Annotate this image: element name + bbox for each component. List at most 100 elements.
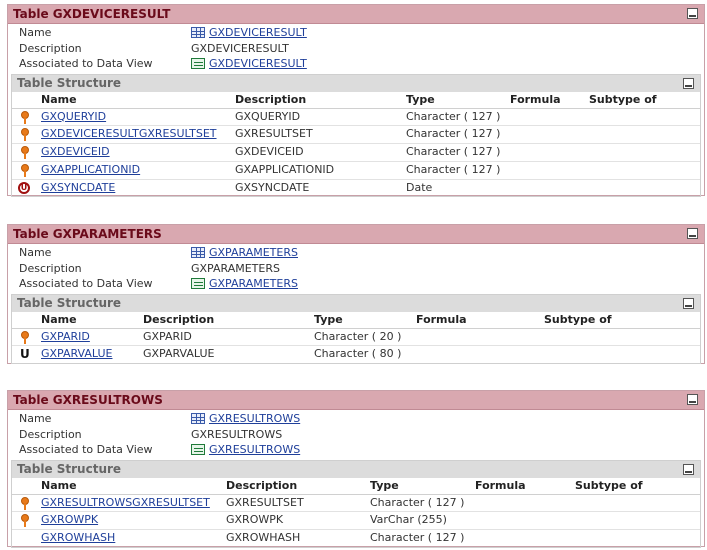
data-view-link[interactable]: GXDEVICERESULT <box>209 57 307 70</box>
table-row: GXDEVICEID GXDEVICEID Character ( 127 ) <box>12 144 700 162</box>
column-header-description: Description <box>235 92 307 106</box>
property-description-row: Description GXDEVICERESULT <box>8 41 704 57</box>
property-label: Description <box>19 261 82 275</box>
attribute-description: GXSYNCDATE <box>235 180 310 194</box>
table-icon <box>191 412 205 424</box>
property-label: Description <box>19 41 82 55</box>
table-panel-gxdeviceresult: Table GXDEVICERESULT Name GXDEVICERESULT… <box>7 4 705 198</box>
column-header-type: Type <box>406 92 435 106</box>
table-name-link[interactable]: GXRESULTROWS <box>209 412 300 425</box>
attribute-description: GXPARVALUE <box>143 347 215 361</box>
attribute-type: Character ( 127 ) <box>406 109 501 123</box>
panel-title-text: Table GXPARAMETERS <box>13 227 162 241</box>
collapse-icon[interactable] <box>683 77 694 89</box>
attribute-link[interactable]: GXROWHASH <box>41 530 115 547</box>
attribute-type: Date <box>406 180 433 194</box>
panel-title: Table GXDEVICERESULT <box>8 5 704 24</box>
table-structure: Table Structure Name Description Type Fo… <box>11 459 701 548</box>
attribute-link[interactable]: GXROWPK <box>41 512 98 529</box>
key-icon <box>20 163 30 177</box>
collapse-icon[interactable] <box>687 394 698 405</box>
property-value: GXRESULTROWS <box>191 442 300 458</box>
collapse-icon[interactable] <box>683 297 694 309</box>
unique-icon: U <box>20 347 30 362</box>
key-icon <box>20 514 30 528</box>
attribute-description: GXRESULTSET <box>235 127 313 141</box>
structure-title-text: Table Structure <box>17 75 122 90</box>
properties: Name GXRESULTROWS Description GXRESULTRO… <box>8 410 704 458</box>
data-view-icon <box>191 443 205 455</box>
attribute-link[interactable]: GXSYNCDATE <box>41 180 115 197</box>
property-value: GXPARAMETERS <box>191 245 298 261</box>
column-header-formula: Formula <box>416 312 467 326</box>
table-row: U GXSYNCDATE GXSYNCDATE Date <box>12 180 700 197</box>
panel-title-text: Table GXDEVICERESULT <box>13 7 171 21</box>
column-header-type: Type <box>314 312 343 326</box>
date-index-icon: U <box>18 181 30 194</box>
panel-title-text: Table GXRESULTROWS <box>13 393 163 407</box>
attribute-type: Character ( 127 ) <box>406 145 501 159</box>
table-name-link[interactable]: GXPARAMETERS <box>209 246 298 259</box>
table-row: GXRESULTROWSGXRESULTSET GXRESULTSET Char… <box>12 495 700 513</box>
table-name-link[interactable]: GXDEVICERESULT <box>209 26 307 39</box>
attribute-link[interactable]: GXPARID <box>41 329 90 346</box>
attribute-description: GXAPPLICATIONID <box>235 162 335 176</box>
property-name-row: Name GXDEVICERESULT <box>8 25 704 41</box>
property-label: Associated to Data View <box>19 57 153 70</box>
property-label: Associated to Data View <box>19 277 153 290</box>
collapse-icon[interactable] <box>683 463 694 475</box>
property-label: Associated to Data View <box>19 443 153 456</box>
attribute-description: GXPARID <box>143 329 192 343</box>
table-row: GXDEVICERESULTGXRESULTSET GXRESULTSET Ch… <box>12 126 700 145</box>
attribute-type: Character ( 127 ) <box>406 162 501 176</box>
grid-header: Name Description Type Formula Subtype of <box>12 478 700 495</box>
property-label: Name <box>19 246 52 259</box>
table-row: U GXPARVALUE GXPARVALUE Character ( 80 ) <box>12 346 700 363</box>
property-dataview-row: Associated to Data View GXDEVICERESULT <box>8 56 704 72</box>
column-header-name: Name <box>41 478 77 492</box>
column-header-formula: Formula <box>510 92 561 106</box>
collapse-icon[interactable] <box>687 228 698 239</box>
key-icon <box>20 128 30 142</box>
column-header-subtype: Subtype of <box>589 92 657 106</box>
grid-header: Name Description Type Formula Subtype of <box>12 312 700 329</box>
property-dataview-row: Associated to Data View GXRESULTROWS <box>8 442 704 458</box>
attribute-type: Character ( 127 ) <box>370 495 465 509</box>
key-icon <box>20 110 30 124</box>
property-value: GXRESULTROWS <box>191 411 300 427</box>
property-value: GXPARAMETERS <box>191 276 298 292</box>
data-view-link[interactable]: GXPARAMETERS <box>209 277 298 290</box>
structure-title-text: Table Structure <box>17 461 122 476</box>
attribute-description: GXQUERYID <box>235 109 301 123</box>
attribute-link[interactable]: GXPARVALUE <box>41 346 112 363</box>
property-label: Name <box>19 412 52 425</box>
attribute-description: GXDEVICEID <box>235 145 304 159</box>
key-icon <box>20 496 30 510</box>
data-view-link[interactable]: GXRESULTROWS <box>209 443 300 456</box>
attribute-link[interactable]: GXQUERYID <box>41 109 106 126</box>
column-header-subtype: Subtype of <box>544 312 612 326</box>
properties: Name GXPARAMETERS Description GXPARAMETE… <box>8 244 704 292</box>
table-row: GXPARID GXPARID Character ( 20 ) <box>12 329 700 347</box>
property-description-row: Description GXRESULTROWS <box>8 427 704 443</box>
attribute-link[interactable]: GXDEVICERESULTGXRESULTSET <box>41 126 217 143</box>
data-view-icon <box>191 277 205 289</box>
table-icon <box>191 246 205 258</box>
collapse-icon[interactable] <box>687 8 698 19</box>
panel-title: Table GXRESULTROWS <box>8 391 704 410</box>
attribute-type: Character ( 127 ) <box>406 127 501 141</box>
property-dataview-row: Associated to Data View GXPARAMETERS <box>8 276 704 292</box>
table-icon <box>191 26 205 38</box>
attribute-link[interactable]: GXAPPLICATIONID <box>41 162 140 179</box>
attribute-link[interactable]: GXRESULTROWSGXRESULTSET <box>41 495 210 512</box>
table-panel-gxparameters: Table GXPARAMETERS Name GXPARAMETERS Des… <box>7 224 705 365</box>
attribute-link[interactable]: GXDEVICEID <box>41 144 110 161</box>
attribute-type: Character ( 80 ) <box>314 347 402 361</box>
property-name-row: Name GXRESULTROWS <box>8 411 704 427</box>
structure-title-text: Table Structure <box>17 295 122 310</box>
table-row: GXAPPLICATIONID GXAPPLICATIONID Characte… <box>12 162 700 180</box>
column-header-name: Name <box>41 312 77 326</box>
structure-title: Table Structure <box>12 74 700 92</box>
key-icon <box>20 146 30 160</box>
attribute-description: GXROWPK <box>226 513 284 527</box>
